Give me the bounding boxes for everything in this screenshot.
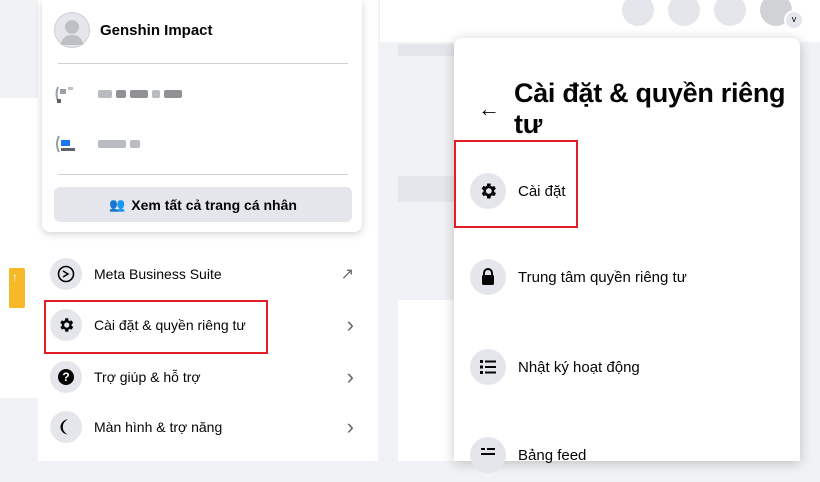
lock-icon: [470, 259, 506, 295]
menu-item-label: Màn hình & trợ năng: [94, 419, 223, 435]
divider: [58, 63, 348, 64]
divider: [58, 174, 348, 175]
menu-item-meta-business-suite[interactable]: Meta Business Suite ↗: [42, 252, 372, 296]
top-navigation-bar: [380, 0, 820, 42]
chevron-down-icon[interactable]: v: [784, 10, 804, 30]
see-all-profiles-label: Xem tất cả trang cá nhân: [131, 196, 297, 213]
background-arrow-icon: [9, 268, 25, 308]
blurred-profile-row-1[interactable]: [54, 80, 334, 108]
chevron-right-icon: ›: [346, 312, 354, 337]
avatar: [54, 12, 90, 48]
blurred-name: [98, 90, 182, 98]
external-link-icon: ↗: [340, 266, 354, 283]
background-strip: [398, 44, 454, 56]
settings-item-feed[interactable]: Bảng feed: [462, 428, 792, 482]
blurred-profile-row-2[interactable]: [54, 130, 334, 158]
blurred-name: [98, 140, 140, 148]
settings-item-activity-log[interactable]: Nhật ký hoạt động: [462, 340, 792, 394]
settings-panel-title: Cài đặt & quyền riêng tư: [514, 78, 786, 139]
svg-text:?: ?: [62, 370, 69, 384]
list-icon: [470, 349, 506, 385]
feed-icon: [470, 437, 506, 473]
menu-item-display-accessibility[interactable]: Màn hình & trợ năng ›: [42, 405, 372, 449]
see-all-profiles-button[interactable]: 👥 Xem tất cả trang cá nhân: [54, 187, 352, 222]
settings-panel-header: ← Cài đặt & quyền riêng tư: [478, 78, 820, 140]
background-card: [0, 98, 38, 398]
meta-business-icon: [50, 258, 82, 290]
background-strip: [398, 176, 454, 202]
help-icon: ?: [50, 361, 82, 393]
menu-item-label: Trợ giúp & hỗ trợ: [94, 369, 201, 385]
chevron-right-icon: ›: [346, 364, 354, 389]
settings-item-label: Trung tâm quyền riêng tư: [518, 268, 687, 286]
moon-icon: [50, 411, 82, 443]
back-arrow-icon[interactable]: ←: [478, 96, 500, 122]
settings-item-label: Nhật ký hoạt động: [518, 358, 640, 376]
menu-item-help-support[interactable]: ? Trợ giúp & hỗ trợ ›: [42, 355, 372, 399]
blurred-avatar-icon: [56, 135, 75, 153]
profile-name: Genshin Impact: [100, 21, 213, 39]
highlight-box-settings-privacy: [44, 300, 268, 354]
blurred-avatar-icon: [55, 86, 73, 103]
highlight-box-settings: [454, 140, 578, 228]
settings-item-privacy-center[interactable]: Trung tâm quyền riêng tư: [462, 250, 792, 304]
background-card: [398, 300, 454, 461]
main-profile-row[interactable]: Genshin Impact: [54, 10, 350, 50]
people-icon: 👥: [109, 196, 126, 212]
chevron-right-icon: ›: [346, 414, 354, 439]
menu-item-label: Meta Business Suite: [94, 266, 222, 282]
